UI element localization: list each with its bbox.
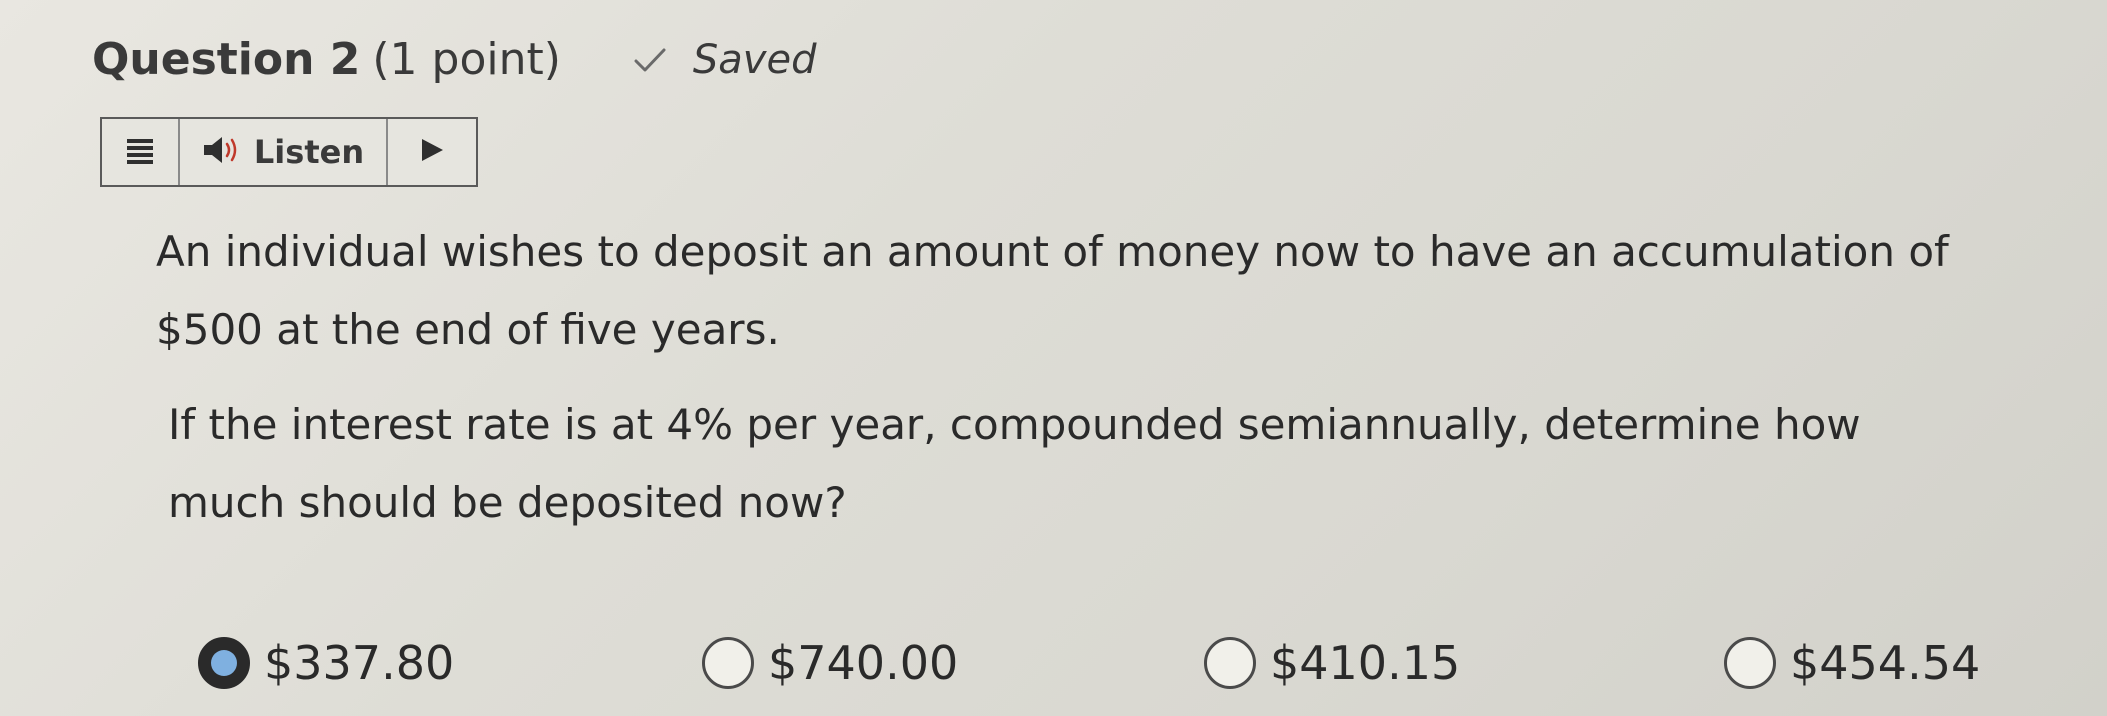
radio-button-selected[interactable]: [198, 637, 250, 689]
radio-button[interactable]: [702, 637, 754, 689]
option-3[interactable]: $410.15: [1204, 636, 1460, 690]
option-4[interactable]: $454.54: [1724, 636, 1980, 690]
option-label: $740.00: [768, 636, 959, 690]
question-text-paragraph-1: An individual wishes to deposit an amoun…: [156, 227, 1949, 354]
question-number: Question 2: [92, 34, 361, 85]
question-points: (1 point): [372, 34, 561, 85]
option-label: $410.15: [1270, 636, 1461, 690]
answer-options: $337.80 $740.00 $410.15 $454.54: [198, 636, 1998, 700]
menu-icon: [125, 135, 155, 169]
radio-button[interactable]: [1724, 637, 1776, 689]
check-icon: [633, 46, 667, 74]
listen-label: Listen: [253, 133, 365, 171]
play-icon: [418, 136, 446, 168]
play-button[interactable]: [388, 119, 476, 185]
speaker-icon: [202, 135, 240, 169]
listen-menu-button[interactable]: [102, 119, 180, 185]
question-text-paragraph-2: If the interest rate is at 4% per year, …: [168, 400, 1861, 527]
option-label: $454.54: [1790, 636, 1981, 690]
option-1[interactable]: $337.80: [198, 636, 454, 690]
listen-button[interactable]: Listen: [180, 119, 388, 185]
question-header: Question 2 (1 point) Saved: [92, 34, 816, 85]
listen-toolbar: Listen: [100, 117, 478, 187]
saved-status: Saved: [692, 36, 817, 83]
option-2[interactable]: $740.00: [702, 636, 958, 690]
option-label: $337.80: [264, 636, 455, 690]
radio-button[interactable]: [1204, 637, 1256, 689]
